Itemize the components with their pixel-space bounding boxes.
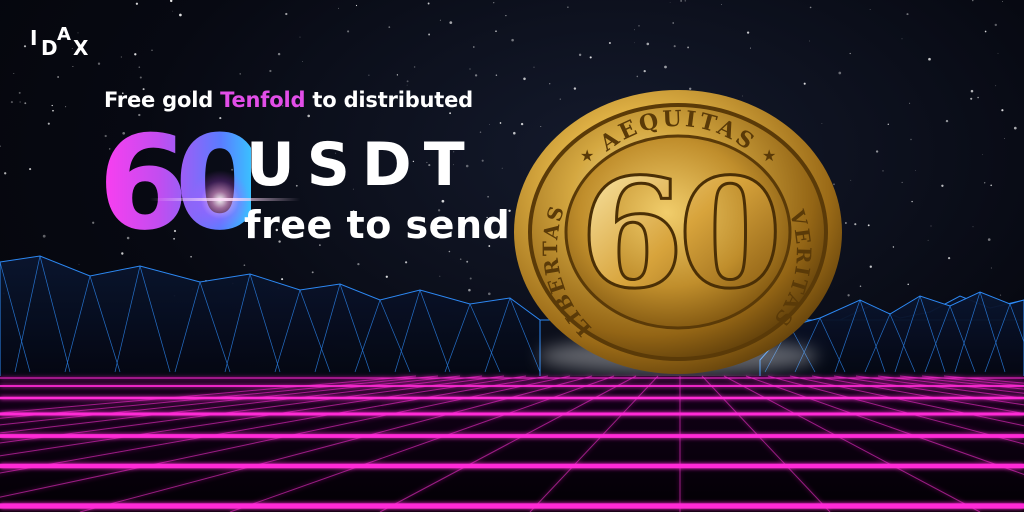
logo-letter-x: X (73, 36, 89, 60)
subtitle-post: to distributed (305, 88, 473, 112)
coin-value: 60 (580, 146, 777, 322)
logo-letter-a: A (57, 24, 71, 45)
logo-letter-i: I (30, 26, 38, 50)
offer-tagline: free to send (244, 203, 511, 247)
offer-currency: USDT (246, 130, 477, 200)
grid-floor (0, 376, 1024, 512)
promo-banner: I D A X Free gold Tenfold to distributed… (0, 0, 1024, 512)
gold-coin: AEQUITAS LIBERTAS VERITAS ★ ★ 60 (514, 90, 842, 374)
logo-letter-d: D (41, 36, 58, 60)
